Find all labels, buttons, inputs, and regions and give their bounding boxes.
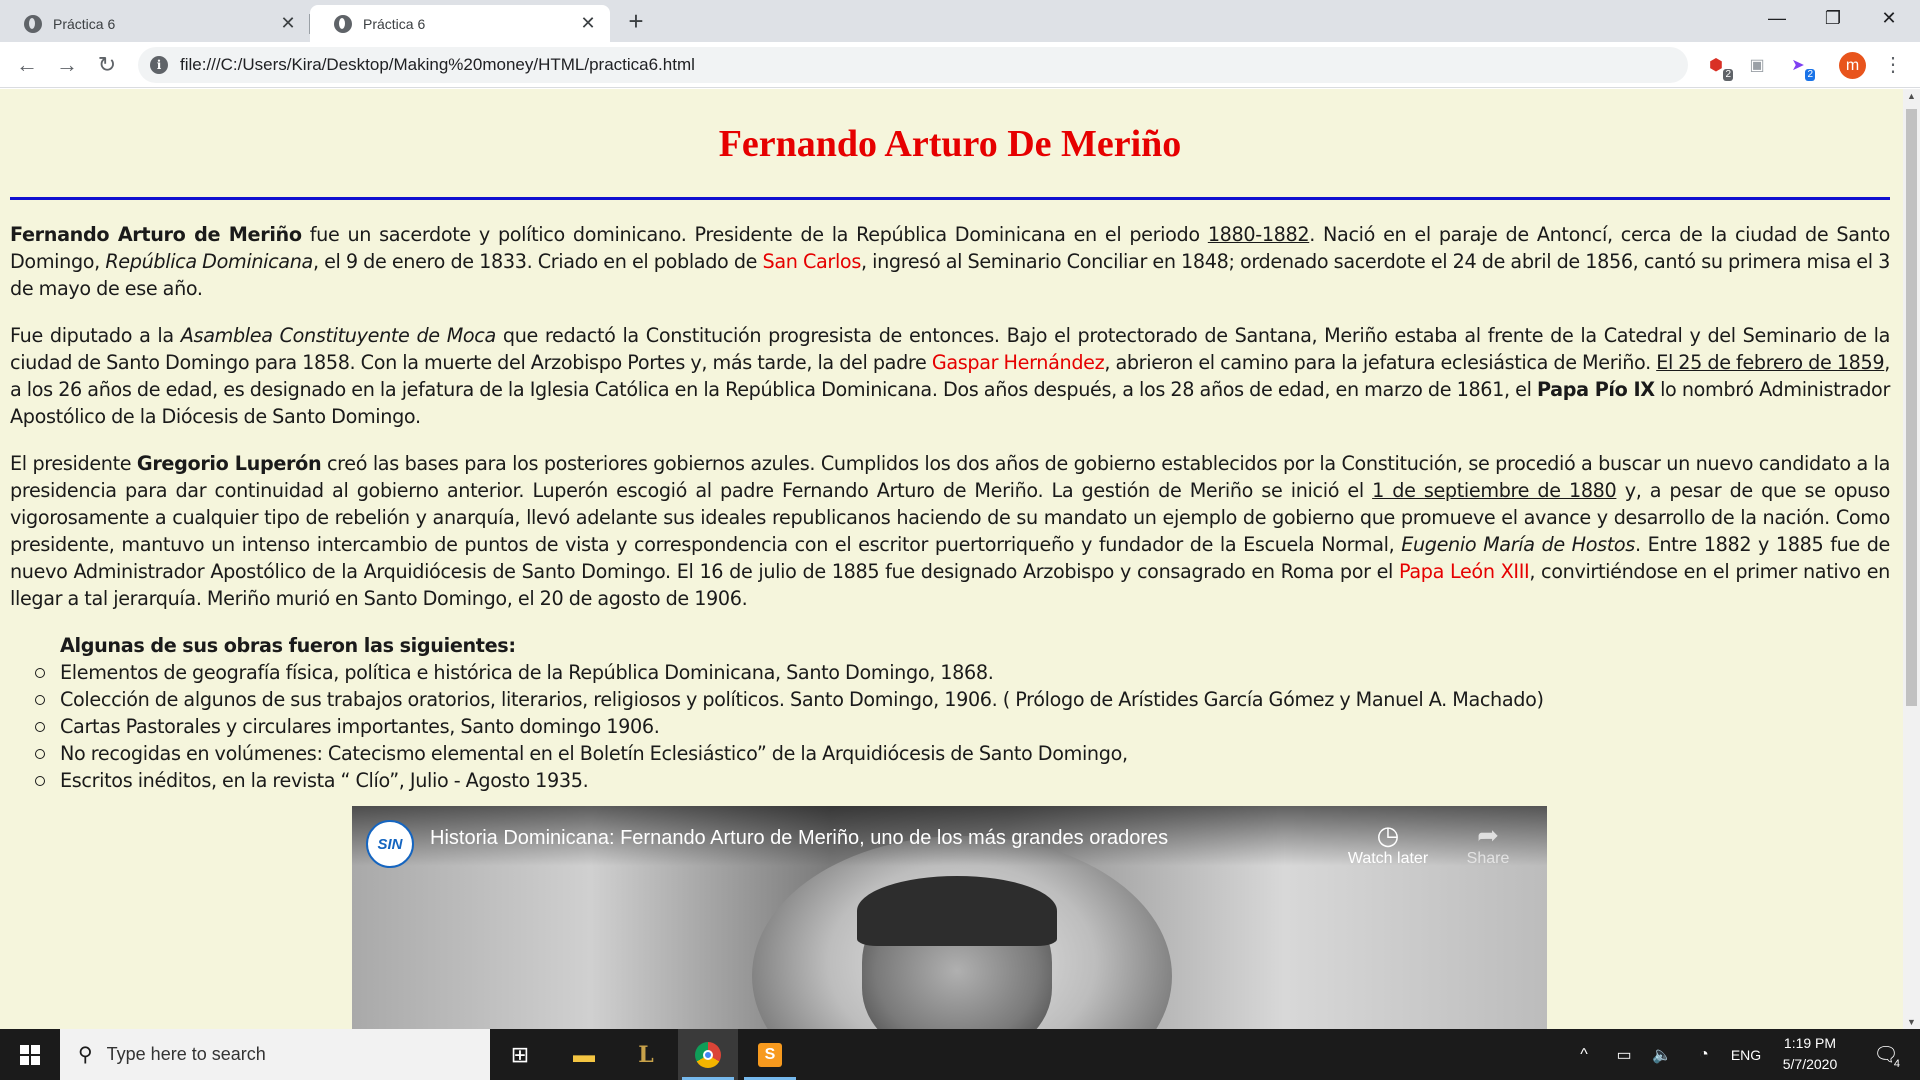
reload-button[interactable]: ↻ (92, 50, 122, 80)
video-title[interactable]: Historia Dominicana: Fernando Arturo de … (430, 827, 1168, 850)
site-info-icon[interactable]: i (150, 56, 168, 74)
share-button[interactable]: ➦ Share (1443, 820, 1533, 868)
url-text[interactable]: file:///C:/Users/Kira/Desktop/Making%20m… (180, 55, 695, 75)
windows-taskbar: ⚲ Type here to search ⊞ ▬ L S ^ ▭ 🔈 ◔ EN… (0, 1029, 1920, 1080)
paragraph-1: Fernando Arturo de Meriño fue un sacerdo… (10, 223, 1890, 300)
chrome-icon[interactable] (678, 1029, 738, 1080)
clock-time: 1:19 PM (1783, 1035, 1837, 1051)
language-indicator[interactable]: ENG (1728, 1029, 1764, 1080)
scroll-up-icon[interactable]: ▲ (1907, 91, 1916, 101)
address-bar[interactable]: i file:///C:/Users/Kira/Desktop/Making%2… (138, 47, 1688, 83)
page-title: Fernando Arturo De Meriño (718, 123, 1182, 165)
profile-avatar[interactable]: m (1839, 52, 1866, 79)
forward-button[interactable]: → (52, 50, 82, 80)
share-arrow-icon: ➦ (1477, 820, 1499, 850)
scrollbar-thumb[interactable] (1906, 109, 1917, 706)
close-window-button[interactable]: ✕ (1861, 0, 1917, 36)
italic-text: Asamblea Constituyente de Moca (180, 324, 496, 347)
list-item: Cartas Pastorales y circulares important… (10, 713, 1890, 740)
list-item: Escritos inéditos, en la revista “ Clío”… (10, 767, 1890, 794)
taskbar-clock[interactable]: 1:19 PM 5/7/2020 (1765, 1033, 1855, 1075)
search-icon: ⚲ (78, 1044, 93, 1066)
sublime-text-icon[interactable]: S (740, 1029, 800, 1080)
works-section: Algunas de sus obras fueron las siguient… (10, 632, 1890, 794)
new-tab-button[interactable]: + (622, 6, 650, 37)
italic-text: República Dominicana (105, 250, 313, 273)
works-list: Elementos de geografía física, política … (10, 659, 1890, 794)
circle-bullet-icon (35, 749, 45, 759)
red-highlight: Papa León XIII (1399, 560, 1530, 583)
restore-button[interactable]: ❐ (1805, 0, 1861, 36)
grey-extension-icon[interactable]: ▣ (1744, 52, 1770, 78)
horizontal-rule (10, 197, 1890, 200)
bold-text: Papa Pío IX (1536, 378, 1655, 401)
underlined-text: El 25 de febrero de 1859 (1656, 351, 1885, 374)
search-placeholder: Type here to search (106, 1044, 266, 1064)
start-button[interactable] (0, 1029, 60, 1080)
send-extension-icon[interactable]: ➤ 2 (1785, 52, 1815, 81)
menu-kebab-icon[interactable]: ⋮ (1880, 52, 1906, 78)
list-item: No recogidas en volúmenes: Catecismo ele… (10, 740, 1890, 767)
red-highlight: Gaspar Hernández (931, 351, 1105, 374)
underlined-text: 1 de septiembre de 1880 (1372, 479, 1617, 502)
page-scrollbar[interactable]: ▲ ▼ (1903, 89, 1920, 1029)
bold-text: Gregorio Luperón (136, 452, 322, 475)
list-item: Elementos de geografía física, política … (10, 659, 1890, 686)
watch-later-label: Watch later (1347, 850, 1429, 867)
tab-2[interactable]: Práctica 6 ✕ (310, 5, 610, 42)
close-tab-icon[interactable]: ✕ (278, 13, 298, 34)
paragraph-3: El presidente Gregorio Luperón creó las … (10, 452, 1891, 610)
red-highlight: San Carlos (762, 250, 862, 273)
ublock-extension-icon[interactable]: ⬢ 2 (1703, 52, 1733, 81)
show-hidden-icons-icon[interactable]: ^ (1572, 1029, 1596, 1080)
list-item: Colección de algunos de sus trabajos ora… (10, 686, 1890, 713)
channel-logo[interactable]: SIN (366, 820, 414, 868)
notifications-icon[interactable]: 🗨 4 (1866, 1029, 1906, 1080)
file-explorer-icon[interactable]: ▬ (554, 1029, 614, 1080)
circle-bullet-icon (35, 776, 45, 786)
works-heading: Algunas de sus obras fueron las siguient… (60, 634, 516, 657)
watch-later-button[interactable]: ◷ Watch later (1343, 820, 1433, 868)
tab-title: Práctica 6 (53, 15, 116, 32)
browser-titlebar: Práctica 6 ✕ Práctica 6 ✕ + — ❐ ✕ (0, 0, 1920, 42)
notification-count: 4 (1893, 1058, 1900, 1070)
battery-icon[interactable]: ▭ (1612, 1029, 1636, 1080)
globe-icon (334, 14, 352, 33)
volume-icon[interactable]: 🔈 (1650, 1029, 1674, 1080)
back-button[interactable]: ← (12, 50, 42, 80)
league-of-legends-icon[interactable]: L (616, 1029, 676, 1080)
windows-logo-icon (20, 1044, 40, 1065)
browser-toolbar: ← → ↻ i file:///C:/Users/Kira/Desktop/Ma… (0, 42, 1920, 88)
video-thumbnail-hair (857, 876, 1057, 946)
clock-icon: ◷ (1376, 820, 1400, 850)
paragraph-2: Fue diputado a la Asamblea Constituyente… (10, 324, 1890, 428)
globe-icon (24, 14, 42, 33)
circle-bullet-icon (35, 722, 45, 732)
close-tab-icon[interactable]: ✕ (578, 13, 598, 34)
underlined-text: 1880-1882 (1207, 223, 1310, 246)
page-viewport: Fernando Arturo De Meriño Fernando Artur… (0, 89, 1920, 1029)
minimize-button[interactable]: — (1749, 0, 1805, 36)
scroll-down-icon[interactable]: ▼ (1907, 1017, 1916, 1027)
taskbar-search[interactable]: ⚲ Type here to search (60, 1029, 490, 1080)
page-content: Fernando Arturo De Meriño Fernando Artur… (10, 89, 1890, 794)
circle-bullet-icon (35, 695, 45, 705)
embedded-video[interactable]: SIN Historia Dominicana: Fernando Arturo… (352, 806, 1547, 1029)
italic-text: Eugenio María de Hostos (1401, 533, 1635, 556)
share-label: Share (1466, 850, 1510, 867)
tab-title: Práctica 6 (363, 15, 426, 32)
clock-date: 5/7/2020 (1782, 1056, 1838, 1072)
circle-bullet-icon (35, 668, 45, 678)
tab-1[interactable]: Práctica 6 ✕ (0, 5, 310, 42)
bold-text: Fernando Arturo de Meriño (10, 223, 302, 246)
network-icon[interactable]: ◔ (1692, 1029, 1716, 1080)
task-view-icon[interactable]: ⊞ (490, 1029, 550, 1080)
